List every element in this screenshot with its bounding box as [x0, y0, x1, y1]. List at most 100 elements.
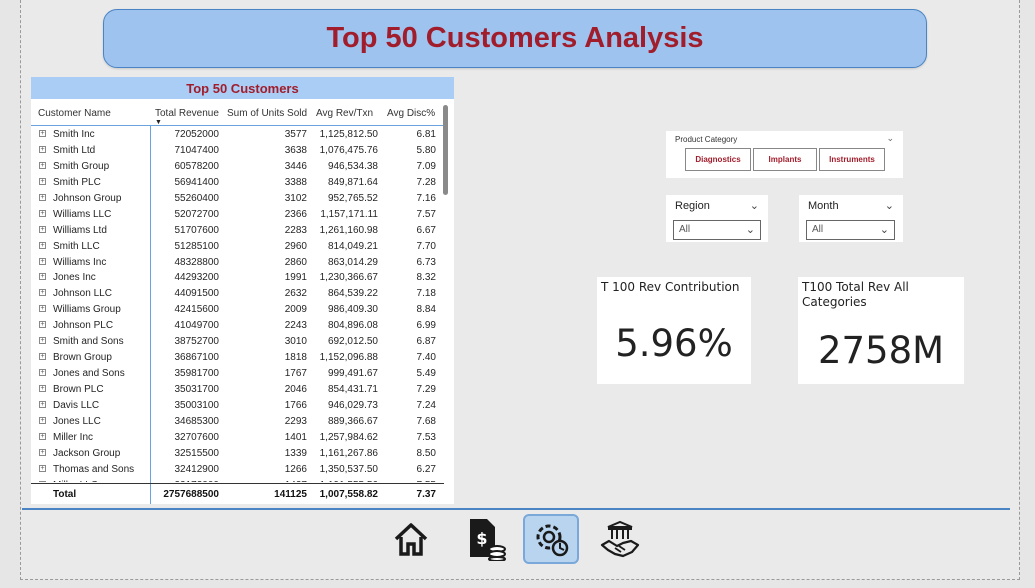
cell-avg-disc: 7.68	[416, 415, 436, 427]
table-row[interactable]: + Williams Group 42415600 2009 986,409.30 8.8…	[31, 302, 444, 318]
cell-total-revenue: 44293200	[174, 272, 220, 284]
region-dropdown[interactable]: All ⌄	[673, 220, 761, 240]
cell-avg-disc: 7.55	[417, 480, 436, 482]
table-row[interactable]: + Miller LLC 32172000 1427 1,191,555.56 7.55	[31, 478, 444, 482]
col-header-avg-rev[interactable]: Avg Rev/Txn	[316, 108, 373, 119]
expand-icon[interactable]: +	[39, 241, 46, 249]
expand-icon[interactable]: +	[39, 130, 46, 137]
nav-partnership-button[interactable]	[596, 515, 644, 563]
category-chip-implants[interactable]: Implants	[753, 148, 817, 171]
table-row[interactable]: + Miller Inc 32707600 1401 1,257,984.62 7.53	[31, 430, 444, 446]
table-row[interactable]: + Smith Ltd 71047400 3638 1,076,475.76 5.80	[31, 143, 444, 159]
cell-units-sold: 1991	[284, 272, 307, 284]
home-icon	[394, 523, 428, 556]
table-row[interactable]: + Johnson Group 55260400 3102 952,765.52 7.16	[31, 191, 444, 207]
table-row[interactable]: + Williams Ltd 51707600 2283 1,261,160.98 6.6…	[31, 223, 444, 239]
table-row[interactable]: + Brown Group 36867100 1818 1,152,096.88 7.40	[31, 350, 444, 366]
chevron-down-icon[interactable]: ⌄	[885, 199, 894, 212]
chevron-down-icon: ⌄	[879, 224, 889, 236]
col-header-avg-disc[interactable]: Avg Disc%	[387, 108, 435, 119]
table-row[interactable]: + Thomas and Sons 32412900 1266 1,350,537.50…	[31, 462, 444, 478]
month-dropdown[interactable]: All ⌄	[806, 220, 895, 240]
expand-icon[interactable]: +	[39, 385, 46, 392]
cell-avg-rev: 952,765.52	[327, 192, 378, 204]
nav-analytics-button[interactable]	[523, 514, 579, 564]
col-header-total-revenue[interactable]: Total Revenue	[155, 108, 219, 119]
expand-icon[interactable]: +	[39, 369, 46, 377]
sort-descending-icon: ▼	[155, 119, 162, 126]
cell-avg-rev: 1,161,267.86	[319, 447, 378, 459]
expand-icon[interactable]: +	[39, 225, 46, 233]
table-row[interactable]: + Williams LLC 52072700 2366 1,157,171.11 7.5…	[31, 207, 444, 223]
table-row[interactable]: + Jones and Sons 35981700 1767 999,491.67 5.4…	[31, 366, 444, 382]
nav-finance-button[interactable]: $	[462, 515, 510, 563]
table-row[interactable]: + Smith PLC 56941400 3388 849,871.64 7.28	[31, 175, 444, 191]
expand-icon[interactable]: +	[39, 193, 46, 201]
cell-units-sold: 2860	[284, 256, 307, 268]
expand-icon[interactable]: +	[39, 400, 46, 408]
product-category-label: Product Category	[675, 135, 738, 144]
table-row[interactable]: + Jones Inc 44293200 1991 1,230,366.67 8.32	[31, 270, 444, 286]
expand-icon[interactable]: +	[39, 273, 46, 281]
expand-icon[interactable]: +	[39, 480, 46, 482]
cell-avg-disc: 6.87	[416, 336, 436, 348]
table-row[interactable]: + Smith and Sons 38752700 3010 692,012.50 6.8…	[31, 334, 444, 350]
region-value: All	[679, 224, 691, 235]
table-scrollbar[interactable]	[443, 105, 448, 195]
chevron-down-icon[interactable]: ⌄	[886, 133, 894, 144]
month-label: Month	[808, 200, 839, 212]
expand-icon[interactable]: +	[39, 209, 46, 217]
category-chip-instruments[interactable]: Instruments	[819, 148, 885, 171]
cell-total-revenue: 32172000	[175, 480, 220, 482]
table-row[interactable]: + Williams Inc 48328800 2860 863,014.29 6.73	[31, 255, 444, 271]
expand-icon[interactable]: +	[39, 177, 46, 185]
table-row[interactable]: + Jones LLC 34685300 2293 889,366.67 7.68	[31, 414, 444, 430]
expand-icon[interactable]: +	[39, 448, 46, 456]
top-customers-table[interactable]: Top 50 Customers Customer Name Total Rev…	[31, 77, 454, 504]
expand-icon[interactable]: +	[39, 337, 46, 345]
chevron-down-icon[interactable]: ⌄	[750, 199, 759, 212]
expand-icon[interactable]: +	[39, 145, 46, 153]
total-units: 141125	[274, 489, 307, 500]
cell-customer-name: Smith Ltd	[53, 144, 96, 156]
col-header-units-sold[interactable]: Sum of Units Sold	[227, 108, 307, 119]
category-chip-diagnostics[interactable]: Diagnostics	[685, 148, 751, 171]
card-value: 5.96%	[615, 322, 733, 365]
expand-icon[interactable]: +	[39, 432, 46, 440]
cell-total-revenue: 71047400	[174, 144, 220, 156]
cell-avg-rev: 1,076,475.76	[319, 144, 378, 156]
table-row[interactable]: + Smith Inc 72052000 3577 1,125,812.50 6.81	[31, 127, 444, 143]
col-header-customer-name[interactable]: Customer Name	[38, 108, 111, 119]
expand-icon[interactable]: +	[39, 257, 46, 265]
expand-icon[interactable]: +	[39, 321, 46, 329]
cell-avg-disc: 7.18	[416, 288, 436, 300]
cell-units-sold: 2293	[284, 415, 307, 427]
expand-icon[interactable]: +	[39, 353, 46, 361]
cell-avg-disc: 5.49	[416, 368, 436, 380]
table-row[interactable]: + Johnson PLC 41049700 2243 804,896.08 6.99	[31, 318, 444, 334]
expand-icon[interactable]: +	[39, 464, 46, 472]
cell-customer-name: Smith Group	[53, 160, 110, 172]
expand-icon[interactable]: +	[39, 305, 46, 313]
table-row[interactable]: + Smith LLC 51285100 2960 814,049.21 7.70	[31, 239, 444, 255]
cell-total-revenue: 56941400	[174, 176, 220, 188]
cell-total-revenue: 35003100	[174, 399, 220, 411]
cell-avg-disc: 7.09	[416, 160, 436, 172]
cell-units-sold: 2366	[284, 208, 307, 220]
cell-total-revenue: 32412900	[174, 463, 220, 475]
expand-icon[interactable]: +	[39, 416, 46, 424]
table-row[interactable]: + Brown PLC 35031700 2046 854,431.71 7.29	[31, 382, 444, 398]
cell-avg-rev: 849,871.64	[327, 176, 378, 188]
cell-avg-rev: 864,539.22	[327, 288, 378, 300]
cell-units-sold: 1767	[284, 368, 307, 380]
table-row[interactable]: + Smith Group 60578200 3446 946,534.38 7.09	[31, 159, 444, 175]
cell-avg-disc: 6.73	[416, 256, 436, 268]
expand-icon[interactable]: +	[39, 289, 46, 297]
expand-icon[interactable]: +	[39, 161, 46, 169]
table-row[interactable]: + Jackson Group 32515500 1339 1,161,267.86 8.…	[31, 446, 444, 462]
cell-customer-name: Smith LLC	[53, 240, 100, 252]
nav-home-button[interactable]	[387, 515, 435, 563]
cell-avg-disc: 6.67	[416, 224, 436, 236]
table-row[interactable]: + Johnson LLC 44091500 2632 864,539.22 7.18	[31, 286, 444, 302]
table-row[interactable]: + Davis LLC 35003100 1766 946,029.73 7.24	[31, 398, 444, 414]
